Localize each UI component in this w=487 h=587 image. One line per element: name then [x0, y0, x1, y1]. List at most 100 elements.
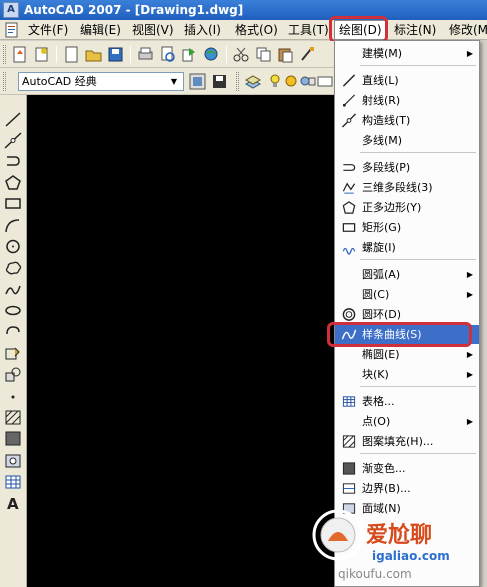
menu-separator — [360, 259, 476, 260]
draw-menu-item[interactable]: 直线(L) — [335, 71, 479, 90]
menu-edit[interactable]: 编辑(E) — [76, 20, 125, 40]
draw-menu-item[interactable]: 椭圆(E) ▶ — [335, 345, 479, 364]
construction-line-icon — [341, 113, 357, 128]
draw-menu-item[interactable]: 边界(B)... — [335, 479, 479, 498]
layer-manager-icon[interactable] — [244, 72, 263, 91]
draw-menu-item-label: 螺旋(I) — [362, 241, 396, 254]
menu-bar: 文件(F) 编辑(E) 视图(V) 插入(I) 格式(O) 工具(T) 绘图(D… — [0, 20, 487, 40]
menu-file[interactable]: 文件(F) — [24, 20, 72, 40]
region-tool-icon[interactable] — [3, 451, 23, 470]
menu-modify[interactable]: 修改(M) — [445, 20, 487, 40]
draw-menu-item[interactable]: 图案填充(H)... — [335, 432, 479, 451]
match-properties-icon[interactable] — [298, 45, 317, 64]
menu-format[interactable]: 格式(O) — [231, 20, 282, 40]
construction-line-icon[interactable] — [3, 131, 23, 150]
rectangle-tool-icon[interactable] — [3, 194, 23, 213]
menu-insert[interactable]: 插入(I) — [180, 20, 225, 40]
publish-icon[interactable] — [180, 45, 199, 64]
draw-menu-item-label: 圆环(D) — [362, 308, 402, 321]
right-scroll-strip[interactable] — [480, 41, 487, 587]
boundary-icon — [341, 481, 357, 496]
qnew-icon[interactable] — [32, 45, 51, 64]
draw-menu-item[interactable]: 多段线(P) — [335, 158, 479, 177]
draw-menu-item[interactable]: 块(K) ▶ — [335, 365, 479, 384]
menu-dimension[interactable]: 标注(N) — [390, 20, 440, 40]
draw-menu-item[interactable]: 圆(C) ▶ — [335, 285, 479, 304]
spline-icon — [341, 327, 357, 342]
draw-menu-item-label: 矩形(G) — [362, 221, 402, 234]
draw-menu-item[interactable]: 建模(M) ▶ — [335, 44, 479, 63]
new-drawing-icon[interactable] — [10, 45, 29, 64]
print-icon[interactable] — [136, 45, 155, 64]
drawing-canvas[interactable] — [27, 95, 337, 587]
draw-menu-item-label: 圆弧(A) — [362, 268, 401, 281]
ellipse-tool-icon[interactable] — [3, 301, 23, 320]
insert-block-icon[interactable] — [3, 344, 23, 363]
layer-color-icon[interactable] — [298, 72, 317, 91]
save-workspace-icon[interactable] — [210, 72, 229, 91]
gradient-icon — [341, 461, 357, 476]
circle-tool-icon[interactable] — [3, 237, 23, 256]
menu-draw[interactable]: 绘图(D) — [334, 20, 387, 40]
draw-menu-item[interactable]: 构造线(T) — [335, 111, 479, 130]
draw-menu-item-label: 圆(C) — [362, 288, 390, 301]
line-tool-icon[interactable] — [3, 110, 23, 129]
draw-menu-item[interactable]: 螺旋(I) — [335, 238, 479, 257]
draw-menu-item[interactable]: 正多边形(Y) — [335, 198, 479, 217]
menu-view[interactable]: 视图(V) — [128, 20, 178, 40]
draw-menu-item[interactable]: 表格... — [335, 392, 479, 411]
region-icon — [341, 501, 357, 516]
workspace-settings-icon[interactable] — [188, 72, 207, 91]
workspace-select[interactable]: AutoCAD 经典 ▼ — [18, 72, 184, 91]
polygon-tool-icon[interactable] — [3, 173, 23, 192]
hatch-tool-icon[interactable] — [3, 408, 23, 427]
open-folder-icon[interactable] — [84, 45, 103, 64]
draw-menu-item[interactable]: 三维多段线(3) — [335, 178, 479, 197]
toolbar-grip[interactable] — [3, 72, 6, 91]
helix-icon — [341, 240, 357, 255]
gradient-tool-icon[interactable] — [3, 429, 23, 448]
ellipse-arc-tool-icon[interactable] — [3, 322, 23, 341]
draw-menu-item[interactable]: 圆环(D) — [335, 305, 479, 324]
draw-menu-item[interactable]: 多线(M) — [335, 131, 479, 150]
title-bar: A AutoCAD 2007 - [Drawing1.dwg] — [0, 0, 487, 20]
rectangle-icon — [341, 220, 357, 235]
donut-icon — [341, 307, 357, 322]
menu-separator — [360, 65, 476, 66]
chevron-down-icon[interactable]: ▼ — [167, 74, 181, 89]
point-tool-icon[interactable] — [3, 387, 23, 406]
draw-menu-item[interactable]: 圆弧(A) ▶ — [335, 265, 479, 284]
menu-separator — [360, 152, 476, 153]
multiline-text-icon[interactable]: A — [3, 493, 23, 513]
revision-cloud-icon[interactable] — [3, 258, 23, 277]
polyline-tool-icon[interactable] — [3, 151, 23, 170]
draw-toolbar: A — [0, 95, 27, 587]
blank-document-icon[interactable] — [62, 45, 81, 64]
paste-icon[interactable] — [276, 45, 295, 64]
draw-menu-item[interactable]: 射线(R) — [335, 91, 479, 110]
print-preview-icon[interactable] — [158, 45, 177, 64]
draw-menu-item[interactable]: 样条曲线(S) — [335, 325, 479, 344]
plot-globe-icon[interactable] — [202, 45, 221, 64]
polyline-icon — [341, 160, 357, 175]
draw-menu-item[interactable]: 点(O) ▶ — [335, 412, 479, 431]
save-icon[interactable] — [106, 45, 125, 64]
make-block-icon[interactable] — [3, 365, 23, 384]
table-tool-icon[interactable] — [3, 472, 23, 491]
cut-icon[interactable] — [232, 45, 251, 64]
draw-menu-item[interactable]: 矩形(G) — [335, 218, 479, 237]
autocad-app-icon[interactable]: A — [3, 2, 19, 18]
toolbar-grip[interactable] — [236, 72, 239, 91]
toolbar-grip[interactable] — [3, 45, 6, 64]
layer-dropdown-icon[interactable] — [316, 72, 335, 91]
submenu-arrow-icon: ▶ — [466, 417, 473, 426]
document-menu-icon[interactable] — [4, 22, 20, 38]
draw-menu-item[interactable]: 渐变色... — [335, 459, 479, 478]
copy-icon[interactable] — [254, 45, 273, 64]
arc-tool-icon[interactable] — [3, 216, 23, 235]
draw-menu-item-label: 块(K) — [362, 368, 389, 381]
menu-tools[interactable]: 工具(T) — [284, 20, 333, 40]
draw-menu-item[interactable]: 面域(N) — [335, 499, 479, 518]
ray-icon — [341, 93, 357, 108]
spline-tool-icon[interactable] — [3, 280, 23, 299]
